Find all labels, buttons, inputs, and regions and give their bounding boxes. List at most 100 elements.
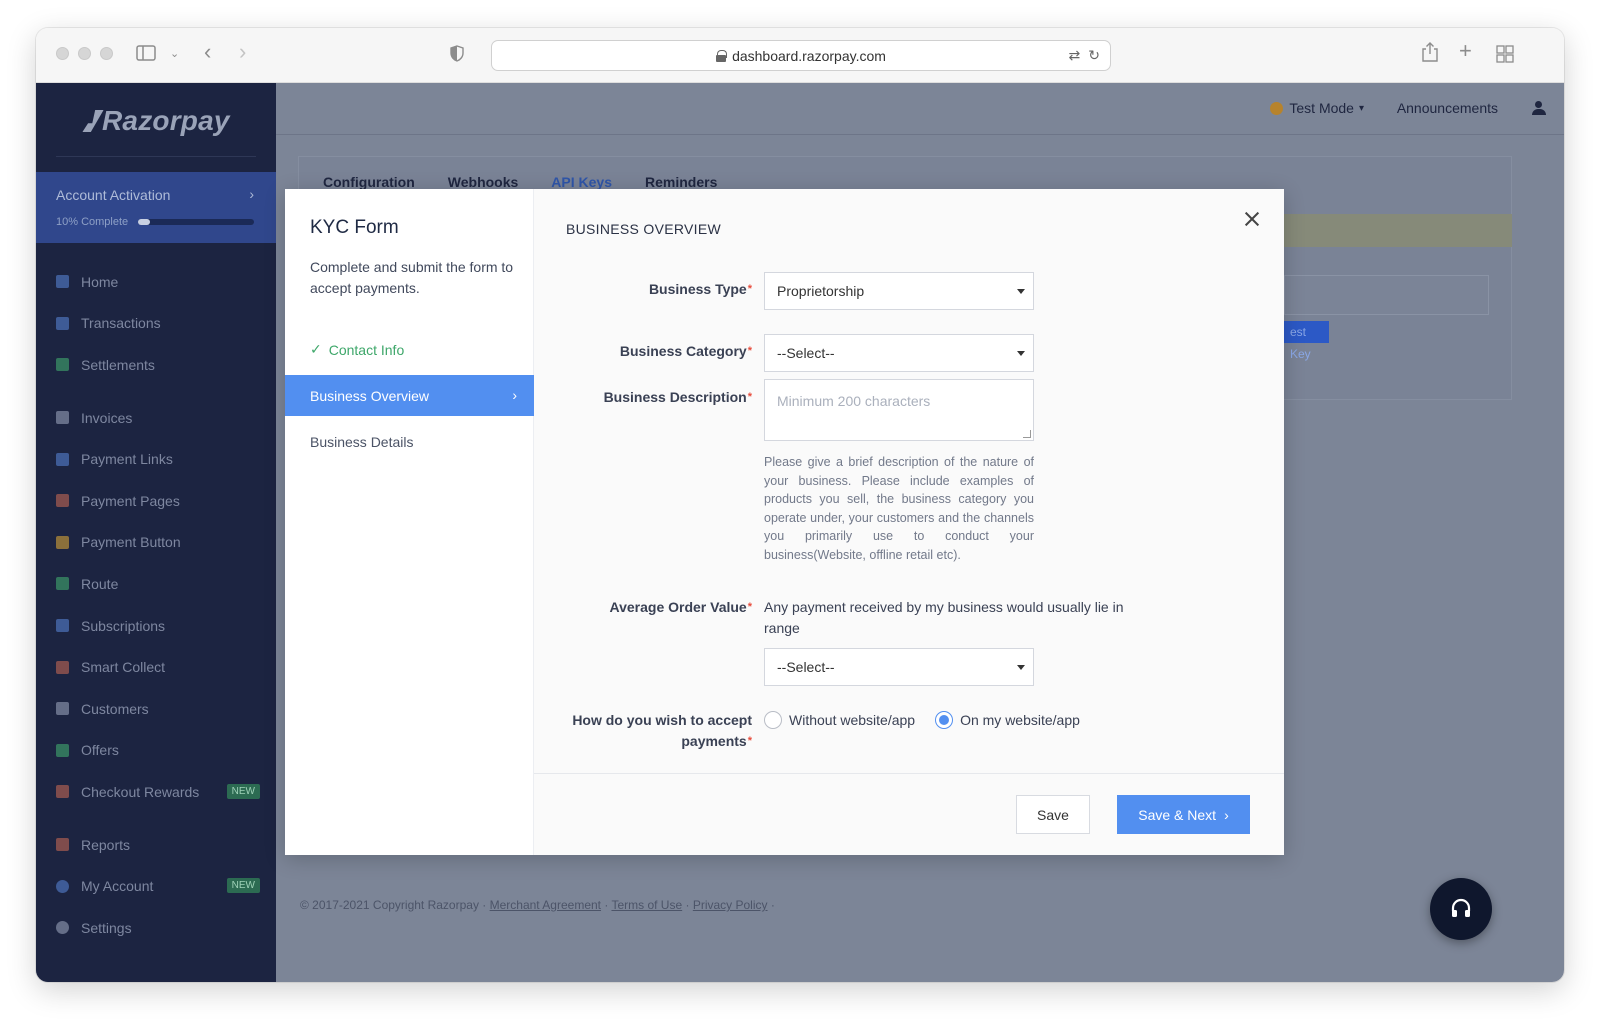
home-icon [56,275,69,289]
sidebar-item-checkout-rewards[interactable]: Checkout Rewards NEW [36,771,276,813]
radio-without-website-label[interactable]: Without website/app [789,712,915,728]
average-order-value-text: Any payment received by my business woul… [764,599,1124,636]
privacy-policy-link[interactable]: Privacy Policy [693,898,768,912]
sidebar-item-smart-collect[interactable]: Smart Collect [36,646,276,688]
sidebar-toggle-icon[interactable] [136,45,156,64]
sidebar-item-customers[interactable]: Customers [36,688,276,730]
dashboard-app: Razorpay Account Activation › 10% Comple… [36,83,1564,982]
business-category-label: Business Category* [619,343,752,359]
kyc-steps-panel: KYC Form Complete and submit the form to… [285,189,534,855]
activation-title: Account Activation [56,187,171,203]
account-activation-card[interactable]: Account Activation › 10% Complete [36,172,276,243]
save-next-button[interactable]: Save & Next › [1117,795,1250,834]
sidebar-item-subscriptions[interactable]: Subscriptions [36,605,276,647]
subscriptions-icon [56,619,69,633]
accept-payments-options: Without website/app On my website/app [764,711,1080,729]
lock-icon [716,49,728,62]
step-contact-info[interactable]: ✓ Contact Info [285,329,534,370]
share-icon[interactable] [1422,42,1438,65]
minimize-window-button[interactable] [78,47,91,60]
link-icon [56,452,69,466]
kyc-modal: KYC Form Complete and submit the form to… [285,189,1284,855]
radio-on-website-label[interactable]: On my website/app [960,712,1080,728]
business-type-select[interactable]: Proprietorship [764,272,1034,310]
business-type-label: Business Type* [648,281,752,297]
tab-configuration[interactable]: Configuration [323,174,415,190]
radio-without-website[interactable] [764,711,782,729]
chevron-down-icon[interactable]: ⌄ [170,45,179,63]
translate-icon[interactable]: ⇄ [1069,47,1081,64]
sidebar-item-route[interactable]: Route [36,563,276,605]
bank-icon [56,660,69,674]
test-mode-dropdown[interactable]: Test Mode ▾ [1270,100,1364,116]
razorpay-logo[interactable]: Razorpay [86,105,230,137]
sidebar-nav: Home Transactions Settlements Invoices P… [36,261,276,949]
sidebar-item-settlements[interactable]: Settlements [36,344,276,386]
generate-test-key-button[interactable]: est Key [1284,321,1329,361]
forward-icon[interactable]: › [239,41,246,63]
modal-footer: Save Save & Next › [534,773,1284,855]
radio-on-website[interactable] [935,711,954,729]
sidebar-item-reports[interactable]: Reports [36,824,276,866]
close-window-button[interactable] [56,47,69,60]
caret-down-icon [1017,289,1025,294]
sidebar-item-payment-button[interactable]: Payment Button [36,522,276,564]
invoice-icon [56,411,69,425]
business-description-textarea[interactable]: Minimum 200 characters [764,379,1034,441]
sidebar: Razorpay Account Activation › 10% Comple… [36,83,276,982]
reports-icon [56,838,69,852]
reload-icon[interactable]: ↻ [1088,47,1100,64]
close-icon[interactable] [1240,207,1264,231]
activation-progress-bar [138,219,254,225]
chevron-right-icon: › [512,387,517,403]
sidebar-item-my-account[interactable]: My Account NEW [36,865,276,907]
terms-of-use-link[interactable]: Terms of Use [611,898,682,912]
window-controls[interactable] [56,47,113,60]
kyc-form-panel: BUSINESS OVERVIEW Business Type* Proprie… [534,189,1284,855]
sidebar-item-settings[interactable]: Settings [36,907,276,949]
new-badge: NEW [226,784,260,800]
average-order-value-select[interactable]: --Select-- [764,648,1034,686]
tab-api-keys[interactable]: API Keys [551,174,612,190]
business-category-select[interactable]: --Select-- [764,334,1034,372]
zoom-window-button[interactable] [100,47,113,60]
sidebar-item-invoices[interactable]: Invoices [36,397,276,439]
caret-down-icon [1017,665,1025,670]
key-field [1284,275,1489,315]
merchant-agreement-link[interactable]: Merchant Agreement [490,898,601,912]
sidebar-item-offers[interactable]: Offers [36,730,276,772]
new-tab-icon[interactable]: + [1459,40,1472,62]
customers-icon [56,702,69,716]
user-icon[interactable] [1532,101,1546,115]
sidebar-item-home[interactable]: Home [36,261,276,303]
sidebar-item-payment-pages[interactable]: Payment Pages [36,480,276,522]
sidebar-item-transactions[interactable]: Transactions [36,303,276,345]
tag-icon [56,743,69,757]
settings-tabs: Configuration Webhooks API Keys Reminder… [323,174,717,190]
tab-reminders[interactable]: Reminders [645,174,717,190]
notice-strip [1284,214,1512,247]
average-order-value-label: Average Order Value* [609,599,753,615]
copyright-text: © 2017-2021 Copyright Razorpay · [300,898,490,912]
step-business-overview[interactable]: Business Overview › [285,375,534,416]
step-business-details[interactable]: Business Details [285,421,534,462]
activation-progress-label: 10% Complete [56,216,129,228]
accept-payments-label: How do you wish to accept payments* [572,712,752,749]
sidebar-item-payment-links[interactable]: Payment Links [36,438,276,480]
shield-icon[interactable] [450,45,464,65]
gift-icon [56,785,69,799]
gear-icon [56,921,69,935]
chevron-right-icon: › [249,186,254,202]
browser-window: ⌄ ‹ › dashboard.razorpay.com ⇄ ↻ + Razor… [36,28,1564,982]
business-description-help: Please give a brief description of the n… [764,455,1034,562]
resize-handle[interactable] [1023,430,1031,438]
announcements-link[interactable]: Announcements [1397,100,1498,116]
address-bar[interactable]: dashboard.razorpay.com ⇄ ↻ [491,40,1111,71]
tab-overview-icon[interactable] [1496,45,1514,66]
back-icon[interactable]: ‹ [204,41,211,63]
save-button[interactable]: Save [1016,795,1090,834]
support-chat-button[interactable] [1430,878,1492,940]
tab-webhooks[interactable]: Webhooks [448,174,519,190]
new-badge: NEW [226,878,260,894]
route-icon [56,577,69,591]
